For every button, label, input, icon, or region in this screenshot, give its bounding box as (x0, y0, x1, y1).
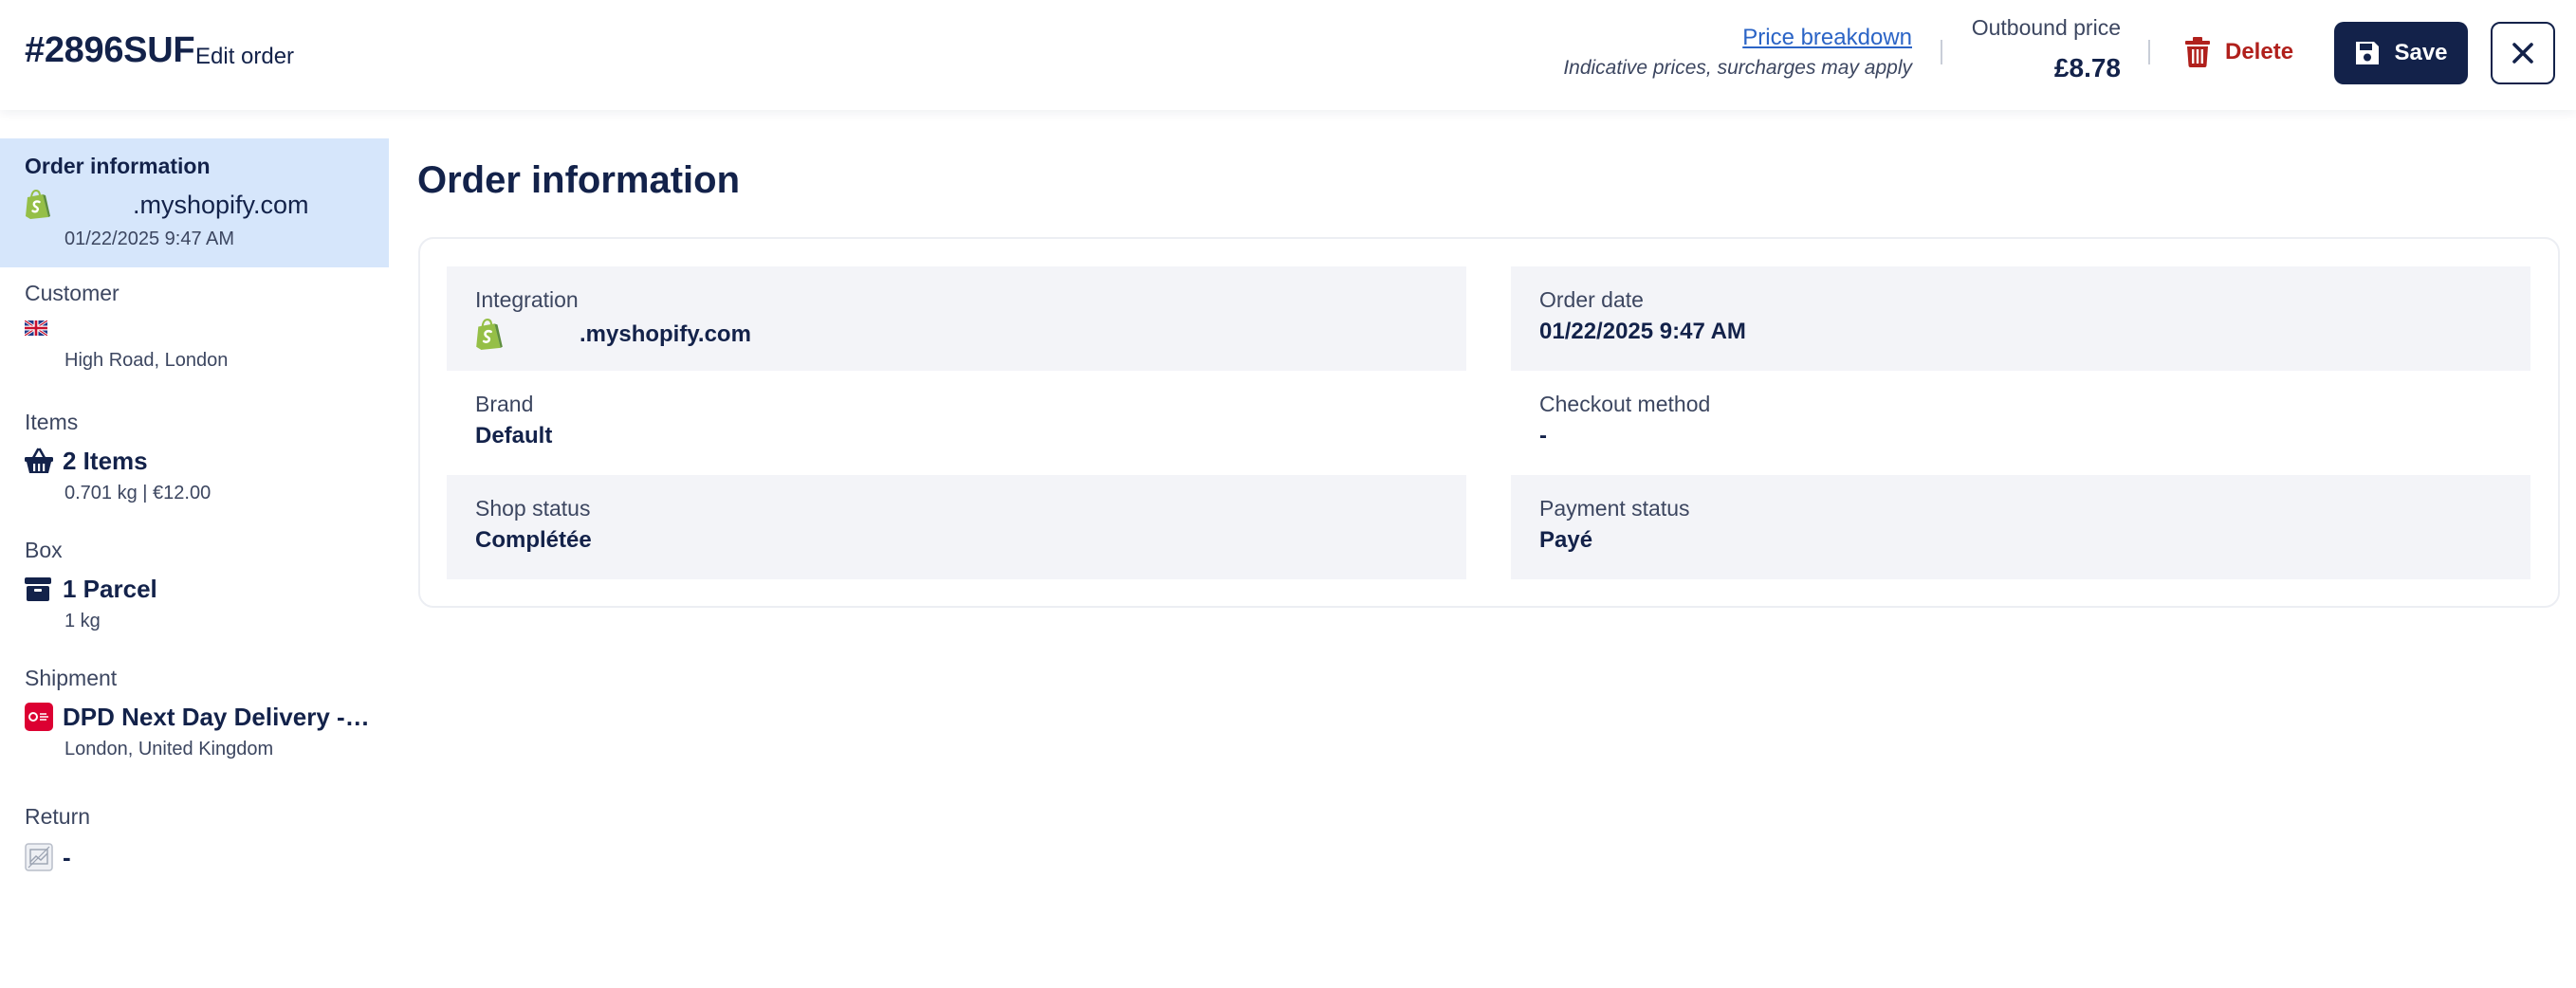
field-value: - (1539, 423, 1547, 448)
sidebar-item-return[interactable]: Return - (0, 804, 389, 873)
field-label: Order date (1539, 287, 1644, 312)
page-title: Order information (417, 159, 741, 201)
divider (2148, 40, 2150, 64)
field-value: .myshopify.com (580, 321, 751, 347)
field-label: Shop status (475, 496, 591, 521)
field-value: Payé (1539, 527, 1593, 553)
return-value: - (63, 842, 71, 871)
uk-flag-icon (25, 312, 63, 344)
sidebar-item-shipment[interactable]: Shipment DPD Next Day Delivery - … Londo… (0, 666, 389, 760)
box-weight: 1 kg (64, 611, 101, 631)
floppy-disk-icon (2356, 42, 2380, 64)
sidebar-item-title: Shipment (25, 666, 118, 690)
field-label: Checkout method (1539, 392, 1711, 416)
items-weight-value: 0.701 kg | €12.00 (64, 483, 212, 503)
sidebar-item-customer-content: Customer High Road, London (0, 281, 389, 372)
basket-icon (25, 445, 63, 477)
save-button[interactable]: Save (2334, 22, 2468, 84)
outbound-price-value: £8.78 (2053, 53, 2121, 82)
sidebar: Order information .myshopify.com 01/22/2… (0, 138, 389, 871)
sidebar-item-title: Box (25, 538, 63, 562)
price-note: Indicative prices, surcharges may apply (1563, 57, 1912, 79)
sidebar-item-customer[interactable] (0, 138, 389, 281)
field-brand: Brand Default (447, 371, 1466, 475)
field-label: Payment status (1539, 496, 1690, 521)
field-order-date: Order date 01/22/2025 9:47 AM (1511, 266, 2530, 371)
close-button[interactable] (2491, 22, 2555, 84)
sidebar-item-items[interactable]: Items 2 Items 0.701 kg | €12.00 (0, 410, 389, 504)
close-icon (2512, 43, 2533, 64)
shipment-service: DPD Next Day Delivery - … (63, 702, 376, 731)
shopify-icon (475, 319, 504, 351)
field-value: Complétée (475, 527, 592, 553)
field-integration: Integration .myshopify.com (447, 266, 1466, 371)
customer-address: High Road, London (64, 350, 229, 371)
field-label: Brand (475, 392, 534, 416)
sidebar-item-box[interactable]: Box 1 Parcel 1 kg (0, 538, 389, 632)
field-value: 01/22/2025 9:47 AM (1539, 319, 1746, 344)
save-label: Save (2394, 40, 2448, 65)
box-icon (25, 573, 63, 605)
items-count: 2 Items (63, 446, 148, 475)
field-label: Integration (475, 287, 579, 312)
divider (1941, 40, 1942, 64)
field-payment-status: Payment status Payé (1511, 475, 2530, 579)
box-count: 1 Parcel (63, 574, 157, 603)
order-id: #2896SUF (25, 30, 195, 70)
sidebar-item-title: Return (25, 804, 91, 829)
dpd-carrier-icon (25, 701, 63, 733)
header: #2896SUF Edit order Price breakdown Indi… (0, 0, 2576, 110)
sidebar-item-title: Customer (25, 281, 120, 305)
image-placeholder-icon (25, 841, 63, 873)
delete-label: Delete (2225, 39, 2294, 64)
edit-order-label: Edit order (195, 44, 295, 69)
order-information-card: Integration .myshopify.com Order date 01… (418, 237, 2560, 608)
field-value: Default (475, 423, 553, 448)
field-shop-status: Shop status Complétée (447, 475, 1466, 579)
field-checkout-method: Checkout method - (1511, 371, 2530, 475)
delete-button[interactable]: Delete (2183, 28, 2293, 76)
trash-icon (2185, 37, 2210, 67)
sidebar-item-title: Items (25, 410, 79, 434)
shipment-destination: London, United Kingdom (64, 739, 274, 759)
price-breakdown-link[interactable]: Price breakdown (1742, 25, 1912, 51)
outbound-price-label: Outbound price (1971, 15, 2121, 40)
